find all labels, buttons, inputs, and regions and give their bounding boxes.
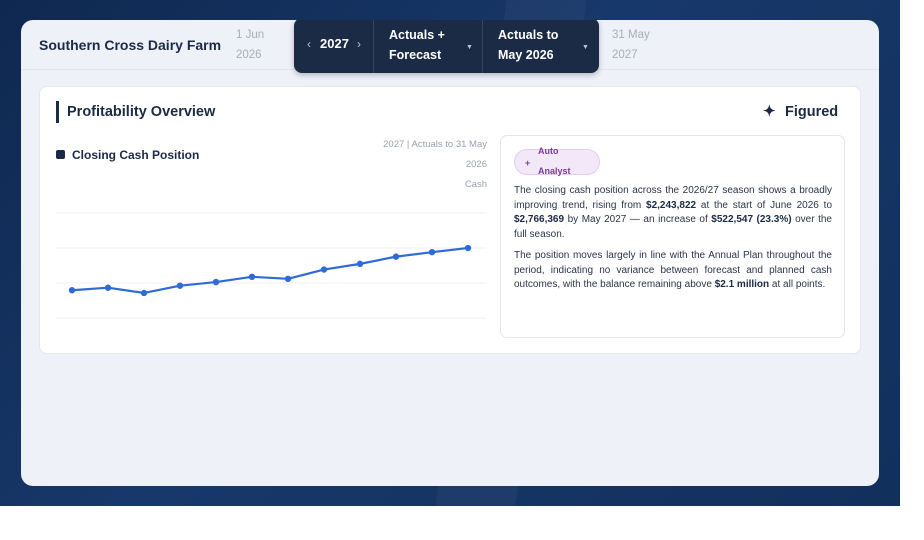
data-point[interactable]	[248, 273, 256, 281]
data-point[interactable]	[212, 278, 220, 286]
analysis-paragraph-1: The closing cash position across the 202…	[514, 184, 832, 242]
top-bar: Southern Cross Dairy Farm 1 Jun 2026 ‹ 2…	[21, 20, 879, 73]
data-point[interactable]	[140, 289, 148, 297]
sparkle-icon: ✦	[763, 103, 776, 120]
year-value: 2027	[320, 36, 349, 51]
cash-line-chart	[56, 212, 486, 319]
minimum-value: $2.1 million	[714, 279, 770, 291]
period-select-label: Actuals to May 2026	[498, 25, 578, 65]
start-date-day: 1 Jun	[236, 29, 265, 41]
data-point[interactable]	[104, 284, 112, 291]
badge-line2: Analyst	[538, 166, 571, 176]
start-date-year: 2026	[236, 49, 262, 61]
start-date: 1 Jun 2026	[236, 25, 264, 65]
app-window: Southern Cross Dairy Farm 1 Jun 2026 ‹ 2…	[21, 20, 879, 486]
legend-label: Closing Cash Position	[72, 148, 200, 162]
period-select-line1: Actuals to	[498, 28, 559, 42]
auto-analyst-panel: + Auto Analyst The closing cash position…	[500, 135, 845, 338]
end-date: 31 May 2027	[612, 25, 650, 65]
series-select[interactable]: Actuals + Forecast ▼	[375, 20, 483, 73]
period-select-line2: May 2026	[498, 48, 554, 62]
series-select-line2: Forecast	[389, 48, 442, 62]
end-date-day: 31 May	[612, 29, 650, 41]
data-point[interactable]	[320, 266, 328, 273]
chevron-left-icon[interactable]: ‹	[307, 37, 311, 51]
period-select[interactable]: Actuals to May 2026 ▼	[484, 20, 599, 73]
auto-analyst-badge: + Auto Analyst	[514, 146, 600, 176]
year-selector: ‹ 2027 ›	[294, 20, 374, 73]
brand-name: Figured	[785, 104, 839, 120]
data-point[interactable]	[68, 287, 76, 294]
brand-logo: ✦ Figured	[763, 102, 838, 122]
badge-label: Auto Analyst	[538, 141, 588, 181]
data-point[interactable]	[428, 248, 436, 256]
data-point[interactable]	[176, 282, 184, 289]
data-point[interactable]	[392, 253, 400, 260]
series-select-line1: Actuals +	[389, 28, 445, 42]
chart-legend: Closing Cash Position	[56, 147, 199, 163]
caret-down-icon: ▼	[466, 44, 473, 51]
chevron-right-icon[interactable]: ›	[357, 37, 361, 51]
start-value: $2,243,822	[646, 199, 697, 211]
end-date-year: 2027	[612, 49, 638, 61]
data-point[interactable]	[464, 244, 472, 252]
plus-icon: +	[525, 158, 531, 168]
text: at the start of June 2026 to	[696, 199, 833, 211]
chart-note-measure: Cash	[464, 179, 487, 190]
caret-down-icon: ▼	[582, 44, 589, 51]
period-controls: ‹ 2027 › Actuals + Forecast ▼ Actuals to…	[294, 20, 599, 73]
chart-note-period: 2027 | Actuals to 31 May	[383, 139, 487, 150]
text: at all points.	[769, 279, 826, 291]
data-point[interactable]	[356, 260, 364, 268]
farm-name: Southern Cross Dairy Farm	[39, 37, 222, 53]
chart-note-year: 2026	[465, 159, 487, 170]
card-title: Profitability Overview	[56, 101, 215, 123]
series-select-label: Actuals + Forecast	[389, 25, 469, 65]
data-point[interactable]	[284, 275, 292, 283]
badge-line1: Auto	[538, 146, 559, 156]
increase-value: $522,547 (23.3%)	[711, 214, 792, 226]
profitability-card: Profitability Overview ✦ Figured Closing …	[39, 86, 861, 354]
series-line-closing-cash	[71, 246, 469, 295]
analysis-paragraph-2: The position moves largely in line with …	[514, 249, 832, 293]
end-value: $2,766,369	[514, 214, 565, 226]
legend-swatch	[56, 150, 65, 159]
text: by May 2027 — an increase of	[564, 214, 712, 226]
chart-note: 2027 | Actuals to 31 May 2026 Cash	[330, 135, 487, 195]
